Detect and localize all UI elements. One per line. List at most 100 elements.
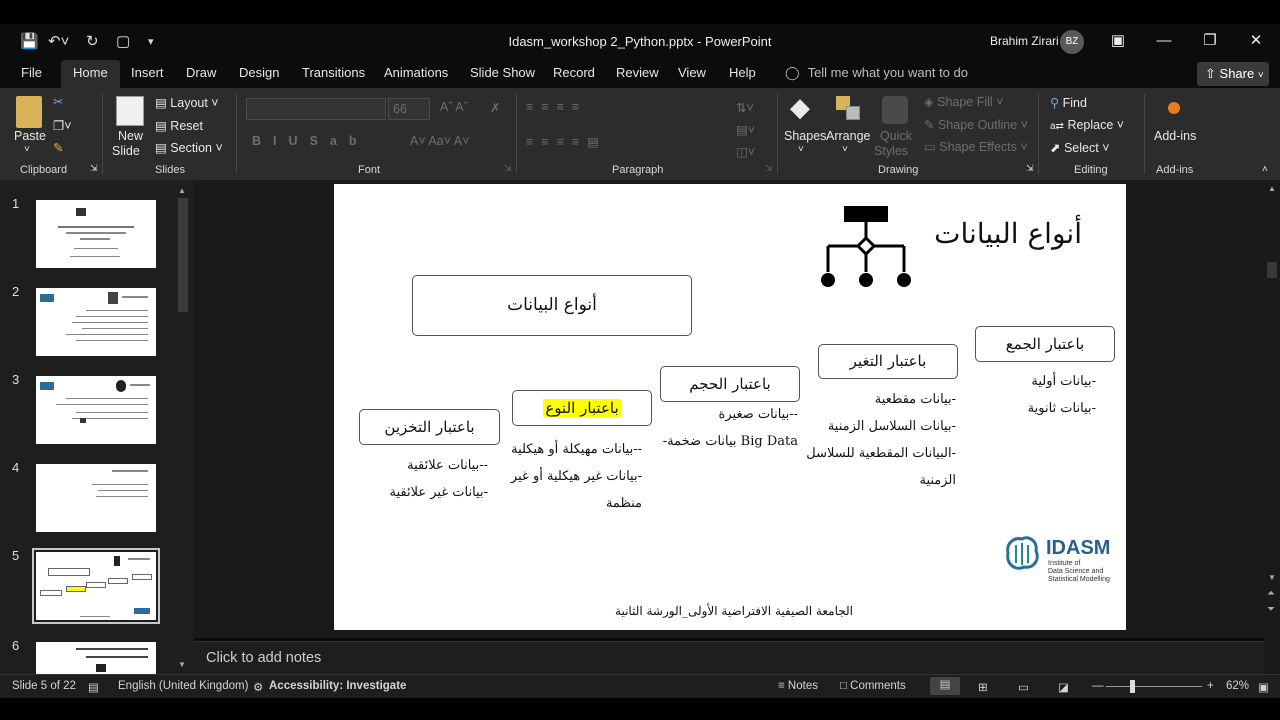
language-indicator[interactable]: English (United Kingdom)	[118, 680, 248, 692]
zoom-out-icon[interactable]: —	[1092, 680, 1104, 692]
align-text-icon[interactable]: ▤˅	[736, 122, 755, 137]
font-size-box[interactable]: 66	[388, 98, 430, 120]
reading-view-icon[interactable]: ▭	[1018, 680, 1029, 694]
notes-placeholder[interactable]: Click to add notes	[206, 650, 321, 666]
list-collection[interactable]: -بيانات أولية -بيانات ثانوية	[994, 368, 1096, 422]
comments-button[interactable]: □ Comments	[840, 680, 906, 692]
shape-fill-button[interactable]: ◈ Shape Fill ˅	[924, 94, 1003, 109]
notes-pane[interactable]: Click to add notes	[194, 641, 1264, 674]
drawing-launcher-icon[interactable]: ⇲	[1026, 163, 1034, 174]
tab-help[interactable]: Help	[729, 60, 756, 88]
clipboard-launcher-icon[interactable]: ⇲	[90, 163, 98, 174]
category-box-size[interactable]: باعتبار الحجم	[660, 366, 800, 402]
slide-canvas[interactable]: أنواع البيانات أنواع البيانات باعتبار ال…	[334, 184, 1126, 630]
zoom-in-icon[interactable]: +	[1207, 680, 1214, 692]
list-type[interactable]: --بيانات مهيكلة أو هيكلية -بيانات غير هي…	[504, 436, 642, 517]
zoom-slider-thumb[interactable]	[1130, 680, 1135, 693]
tab-view[interactable]: View	[678, 60, 706, 88]
tab-slide-show[interactable]: Slide Show	[470, 60, 535, 88]
thumbnail-scrollbar[interactable]: ▲ ▼	[176, 182, 190, 674]
category-box-type[interactable]: باعتبار النوع	[512, 390, 652, 426]
tell-me-search[interactable]: ◯ Tell me what you want to do	[785, 65, 968, 81]
font-launcher-icon[interactable]: ⇲	[504, 163, 512, 174]
paragraph-launcher-icon[interactable]: ⇲	[765, 163, 773, 174]
list-storage[interactable]: --بيانات علائقية -بيانات غير علائقية	[374, 452, 488, 506]
share-button[interactable]: ⇧ Share ˅	[1197, 62, 1269, 86]
tab-home[interactable]: Home	[61, 60, 120, 88]
scroll-up-icon[interactable]: ▲	[1268, 184, 1276, 193]
category-box-storage[interactable]: باعتبار التخزين	[359, 409, 500, 445]
find-button[interactable]: ⚲ Find	[1050, 95, 1087, 110]
list-size[interactable]: --بيانات صغيرة Big Data بيانات ضخمة-	[660, 401, 798, 455]
font-style-icons[interactable]: BIUSab	[252, 134, 368, 148]
increase-font-icon[interactable]: Aˆ Aˇ	[440, 100, 468, 114]
next-slide-icon[interactable]: ⏷	[1267, 604, 1275, 615]
format-painter-icon[interactable]: ✎	[53, 140, 63, 155]
slideshow-icon[interactable]: ◪	[1058, 680, 1069, 694]
top-black-strip	[0, 0, 1280, 24]
tab-design[interactable]: Design	[239, 60, 279, 88]
slide-thumbnail-4[interactable]	[36, 464, 156, 532]
font-name-box[interactable]	[246, 98, 386, 120]
tab-insert[interactable]: Insert	[131, 60, 164, 88]
restore-icon[interactable]: ❐	[1196, 30, 1224, 52]
list-variation[interactable]: -بيانات مقطعية -بيانات السلاسل الزمنية -…	[806, 386, 956, 494]
select-button[interactable]: ⬈ Select ˅	[1050, 140, 1110, 155]
layout-button[interactable]: ▤ Layout ˅	[155, 95, 219, 110]
clear-formatting-icon[interactable]: ✗	[490, 100, 500, 115]
tab-animations[interactable]: Animations	[384, 60, 448, 88]
text-direction-icon[interactable]: ⇅˅	[736, 100, 754, 115]
spellcheck-icon[interactable]: ▤	[88, 680, 99, 694]
shape-outline-button[interactable]: ✎ Shape Outline ˅	[924, 117, 1028, 132]
chevron-down-icon: ˅	[798, 144, 804, 155]
slide-counter[interactable]: Slide 5 of 22	[12, 680, 76, 692]
shape-effects-button[interactable]: ▭ Shape Effects ˅	[924, 139, 1028, 154]
smartart-icon[interactable]: ◫˅	[736, 144, 755, 159]
list-icons[interactable]: ≡≡≡≡	[526, 100, 587, 114]
tab-review[interactable]: Review	[616, 60, 659, 88]
category-box-collection[interactable]: باعتبار الجمع	[975, 326, 1115, 362]
section-button[interactable]: ▤ Section ˅	[155, 140, 223, 155]
cut-icon[interactable]: ✂	[53, 94, 63, 109]
scrollbar-thumb[interactable]	[1267, 262, 1277, 278]
editor-scrollbar[interactable]: ▲ ▼ ⏶ ⏷	[1264, 180, 1280, 674]
scroll-up-icon[interactable]: ▲	[178, 186, 188, 195]
accessibility-status[interactable]: Accessibility: Investigate	[269, 680, 406, 692]
category-box-variation[interactable]: باعتبار التغير	[818, 344, 958, 379]
alignment-icons[interactable]: ≡≡≡≡▤	[526, 134, 607, 149]
scroll-down-icon[interactable]: ▼	[1268, 573, 1276, 582]
slide-footer[interactable]: الجامعة الصيفية الافتراضية الأولى_الورشة…	[584, 601, 884, 621]
zoom-slider[interactable]	[1106, 686, 1202, 687]
slide-thumbnail-3[interactable]	[36, 376, 156, 444]
collapse-ribbon-icon[interactable]: ˄	[1262, 164, 1268, 175]
slide-thumbnail-2[interactable]	[36, 288, 156, 356]
slide-thumbnail-6[interactable]	[36, 642, 156, 674]
scrollbar-thumb[interactable]	[178, 198, 188, 312]
tab-file[interactable]: File	[21, 60, 42, 88]
slide-thumbnail-1[interactable]	[36, 200, 156, 268]
tab-draw[interactable]: Draw	[186, 60, 216, 88]
notes-button[interactable]: ≡ Notes	[778, 680, 818, 692]
zoom-level[interactable]: 62%	[1226, 680, 1249, 692]
copy-icon[interactable]: ❐˅	[53, 118, 72, 133]
fit-to-window-icon[interactable]: ▣	[1258, 680, 1269, 694]
root-box[interactable]: أنواع البيانات	[412, 275, 692, 336]
thumb-number: 2	[12, 284, 20, 299]
avatar[interactable]: BZ	[1060, 30, 1084, 54]
previous-slide-icon[interactable]: ⏶	[1267, 588, 1275, 599]
slide-thumbnail-5[interactable]	[32, 548, 160, 624]
font-color-icon[interactable]: A˅ Aa˅ A˅	[410, 134, 469, 148]
replace-button[interactable]: a⇄ Replace ˅	[1050, 118, 1124, 132]
minimize-icon[interactable]: —	[1150, 30, 1178, 52]
layout-icon: ▤	[155, 96, 167, 110]
tab-transitions[interactable]: Transitions	[302, 60, 365, 88]
tab-record[interactable]: Record	[553, 60, 595, 88]
normal-view-icon[interactable]: ▤	[930, 677, 960, 695]
close-icon[interactable]: ✕	[1242, 30, 1270, 52]
slide-title[interactable]: أنواع البيانات	[930, 214, 1082, 254]
scroll-down-icon[interactable]: ▼	[178, 660, 188, 669]
reset-button[interactable]: ▤ Reset	[155, 118, 203, 133]
ribbon-display-icon[interactable]: ▣	[1104, 30, 1132, 52]
user-name[interactable]: Brahim Zirari	[990, 34, 1059, 48]
slide-sorter-icon[interactable]: ⊞	[978, 680, 988, 694]
